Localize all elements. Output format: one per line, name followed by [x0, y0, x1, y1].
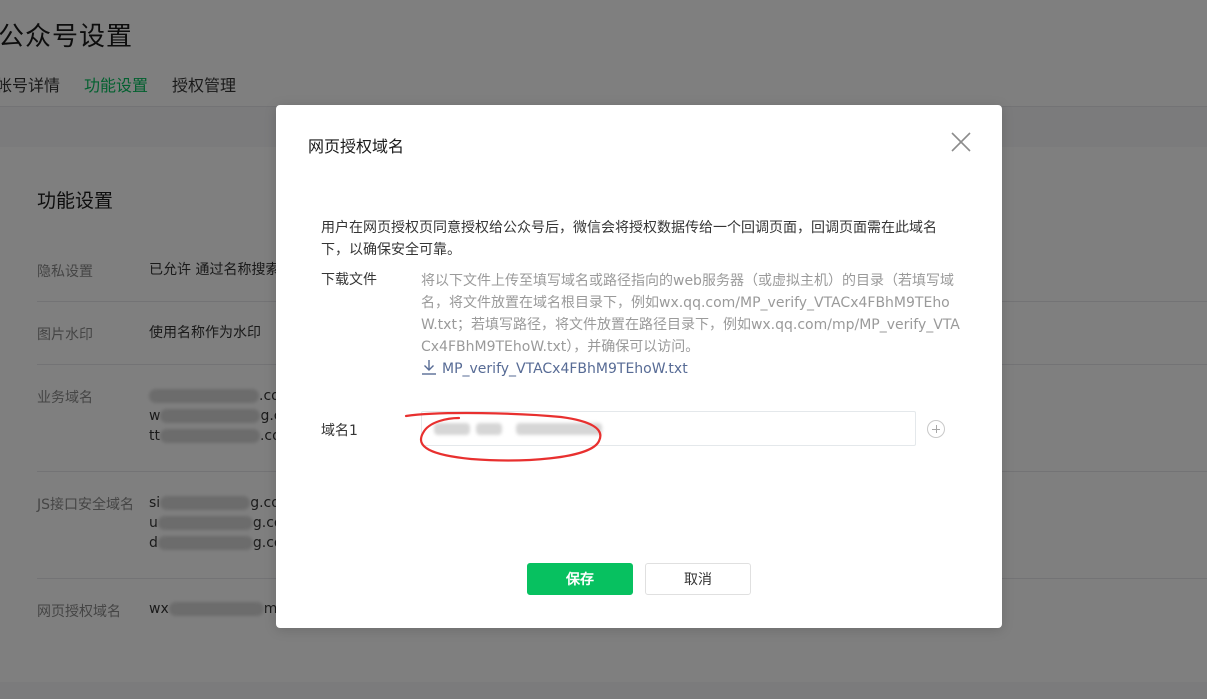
download-instructions: 将以下文件上传至填写域名或路径指向的web服务器（或虚拟主机）的目录（若填写域名…	[421, 273, 960, 355]
cancel-button[interactable]: 取消	[645, 563, 751, 595]
save-button[interactable]: 保存	[527, 563, 633, 595]
dialog-title: 网页授权域名	[308, 137, 405, 156]
download-icon	[422, 360, 436, 375]
download-filename: MP_verify_VTACx4FBhM9TEhoW.txt	[442, 361, 688, 377]
download-file-label: 下载文件	[321, 272, 377, 288]
close-button[interactable]	[950, 131, 972, 153]
domain-field-label: 域名1	[321, 423, 358, 439]
download-file-link[interactable]: MP_verify_VTACx4FBhM9TEhoW.txt	[421, 359, 688, 377]
domain-input[interactable]	[421, 411, 916, 446]
add-domain-button[interactable]	[927, 420, 945, 438]
dialog-description: 用户在网页授权页同意授权给公众号后，微信会将授权数据传给一个回调页面，回调页面需…	[321, 220, 937, 258]
close-icon	[951, 132, 971, 152]
webpage-auth-domain-dialog: 网页授权域名 用户在网页授权页同意授权给公众号后，微信会将授权数据传给一个回调页…	[276, 105, 1002, 628]
